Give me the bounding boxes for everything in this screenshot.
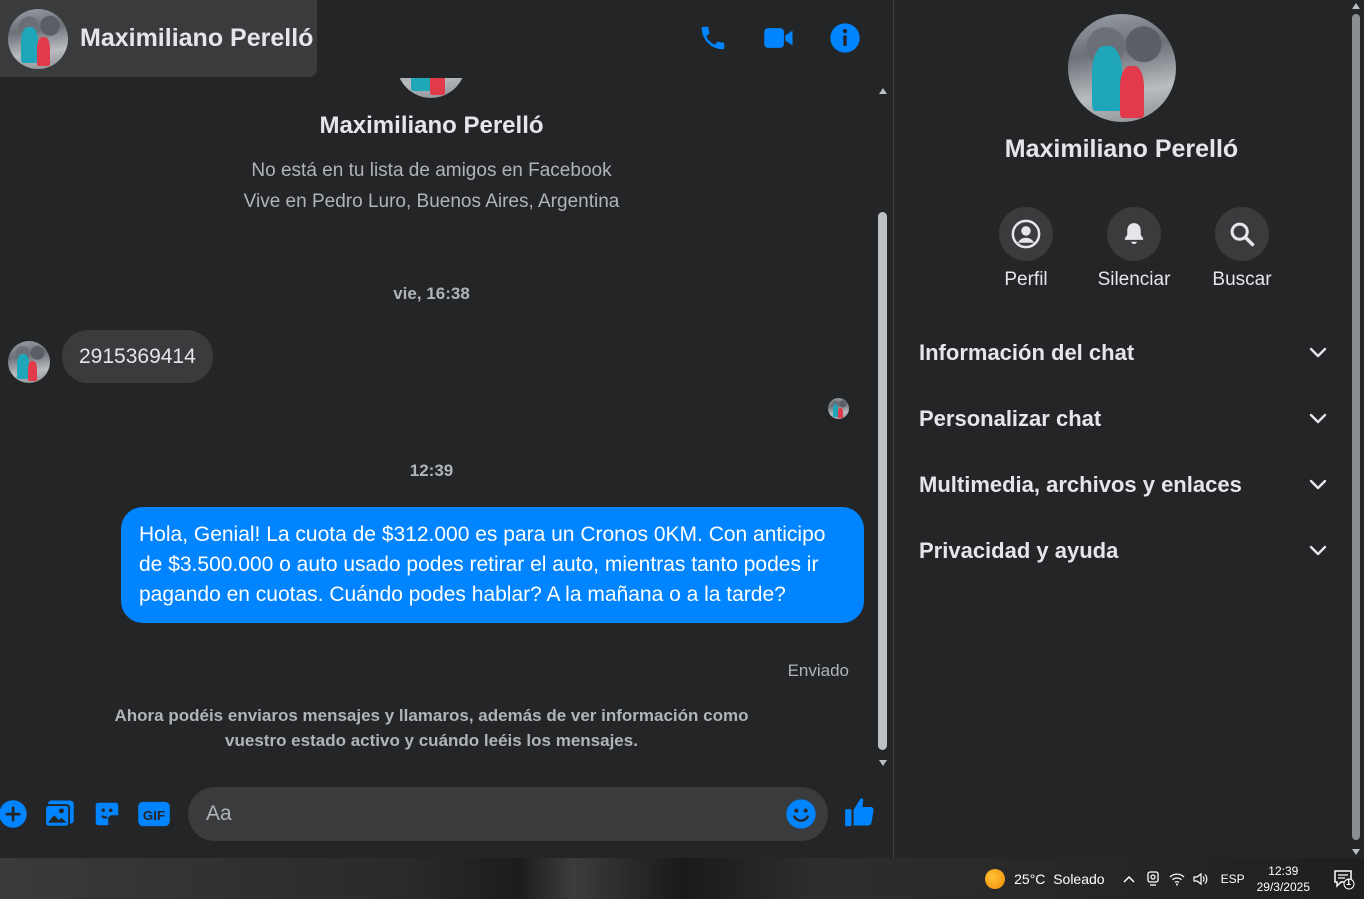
svg-text:GIF: GIF: [143, 808, 165, 823]
mute-action-label[interactable]: Silenciar: [1098, 269, 1171, 291]
profile-action-button[interactable]: Perfil: [972, 207, 1080, 291]
profile-icon: [1011, 219, 1041, 249]
notification-icon: [1334, 869, 1355, 889]
show-hidden-icons-button[interactable]: [1117, 867, 1141, 891]
sender-avatar[interactable]: [8, 341, 50, 383]
connection-notice: Ahora podéis enviaros mensajes y llamaro…: [114, 706, 749, 750]
composer: GIF: [0, 778, 893, 858]
mute-action-button[interactable]: Silenciar: [1080, 207, 1188, 291]
emoji-button[interactable]: [784, 797, 818, 831]
bell-icon: [1124, 223, 1144, 245]
chevron-down-icon[interactable]: [1307, 408, 1329, 430]
scroll-thumb[interactable]: [878, 212, 887, 750]
panel-contact-name: Maximiliano Perelló: [1004, 135, 1239, 163]
message-scrollbar[interactable]: [876, 88, 890, 766]
read-receipt-avatar: [828, 398, 849, 419]
profile-avatar[interactable]: [396, 78, 466, 98]
like-button[interactable]: [843, 795, 877, 829]
image-icon: [44, 800, 74, 828]
gif-icon: GIF: [138, 801, 170, 827]
contact-name[interactable]: Maximiliano Perelló: [80, 24, 313, 53]
messenger-window: Maximiliano Perelló Maximiliano Perelló …: [0, 0, 1364, 858]
sticker-icon: [95, 802, 119, 826]
incoming-message-bubble[interactable]: 2915369414: [62, 330, 213, 383]
panel-sections: Información del chat Personalizar chat M…: [919, 320, 1329, 584]
profile-action-label[interactable]: Perfil: [1004, 269, 1047, 291]
scroll-down-arrow[interactable]: [879, 760, 887, 766]
input-language[interactable]: ESP: [1221, 872, 1245, 886]
section-label[interactable]: Información del chat: [919, 340, 1134, 366]
message-list[interactable]: Maximiliano Perelló No está en tu lista …: [0, 78, 870, 778]
gif-button[interactable]: GIF: [137, 797, 171, 831]
chevron-down-icon[interactable]: [1307, 474, 1329, 496]
smiley-icon: [786, 799, 816, 829]
plus-circle-icon: [0, 800, 27, 828]
message-timestamp: 12:39: [409, 461, 454, 480]
sun-icon: [985, 868, 1006, 889]
weather-text[interactable]: 25°C Soleado: [1014, 871, 1104, 887]
sent-status: Enviado: [787, 661, 849, 680]
info-icon: [830, 23, 860, 53]
message-input[interactable]: [206, 787, 776, 841]
speaker-icon: [1192, 872, 1207, 885]
search-action-label[interactable]: Buscar: [1212, 269, 1271, 291]
camera-icon: [1146, 870, 1159, 886]
thumbs-up-icon: [845, 798, 874, 827]
volume-button[interactable]: [1189, 867, 1213, 891]
section-privacy-help[interactable]: Privacidad y ayuda: [919, 518, 1329, 584]
contact-header-button[interactable]: Maximiliano Perelló: [0, 0, 317, 77]
panel-actions: Perfil Silenciar Buscar: [972, 207, 1296, 291]
info-panel: Maximiliano Perelló Perfil Silenciar Bus…: [894, 0, 1349, 858]
panel-avatar[interactable]: [1068, 14, 1176, 122]
profile-action-circle[interactable]: [999, 207, 1053, 261]
chat-column: Maximiliano Perelló Maximiliano Perelló …: [0, 0, 893, 858]
more-actions-button[interactable]: [0, 797, 30, 831]
contact-avatar[interactable]: [8, 8, 68, 69]
friend-status-text: No está en tu lista de amigos en Faceboo…: [251, 160, 612, 181]
outgoing-message-bubble[interactable]: Hola, Genial! La cuota de $312.000 es pa…: [121, 507, 864, 623]
conversation-info-button[interactable]: [827, 20, 863, 56]
message-input-wrapper[interactable]: [188, 787, 828, 841]
system-tray: 25°C Soleado ESP 12:39 29/3/2025 1: [985, 858, 1364, 899]
section-media-files-links[interactable]: Multimedia, archivos y enlaces: [919, 452, 1329, 518]
phone-icon: [701, 26, 725, 50]
window-scroll-up-arrow[interactable]: [1352, 3, 1360, 9]
notification-count: 1: [1346, 877, 1352, 887]
section-label[interactable]: Personalizar chat: [919, 406, 1101, 432]
notification-center-button[interactable]: 1: [1324, 858, 1364, 899]
message-timestamp: vie, 16:38: [393, 284, 470, 303]
meet-now-button[interactable]: [1141, 867, 1165, 891]
search-icon: [1230, 222, 1255, 247]
window-scroll-thumb[interactable]: [1352, 14, 1360, 840]
clock[interactable]: 12:39 29/3/2025: [1257, 863, 1310, 895]
search-action-circle[interactable]: [1215, 207, 1269, 261]
search-action-button[interactable]: Buscar: [1188, 207, 1296, 291]
window-scroll-down-arrow[interactable]: [1352, 849, 1360, 855]
section-chat-info[interactable]: Información del chat: [919, 320, 1329, 386]
clock-date[interactable]: 29/3/2025: [1257, 879, 1310, 895]
chevron-down-icon[interactable]: [1307, 540, 1329, 562]
video-camera-icon: [764, 28, 793, 48]
attach-media-button[interactable]: [42, 797, 76, 831]
chevron-down-icon[interactable]: [1307, 342, 1329, 364]
window-scrollbar[interactable]: [1349, 0, 1364, 858]
scroll-up-arrow[interactable]: [879, 88, 887, 94]
weather-widget[interactable]: 25°C Soleado: [985, 868, 1105, 889]
wifi-icon: [1169, 872, 1185, 885]
voice-call-button[interactable]: [695, 20, 731, 56]
taskbar: 25°C Soleado ESP 12:39 29/3/2025 1: [0, 858, 1364, 899]
location-text: Vive en Pedro Luro, Buenos Aires, Argent…: [243, 191, 620, 212]
section-label[interactable]: Privacidad y ayuda: [919, 538, 1118, 564]
chevron-up-icon: [1123, 875, 1135, 883]
clock-time[interactable]: 12:39: [1268, 863, 1298, 879]
network-button[interactable]: [1165, 867, 1189, 891]
header-actions: [695, 20, 863, 56]
chat-header: Maximiliano Perelló: [0, 0, 893, 78]
section-customize-chat[interactable]: Personalizar chat: [919, 386, 1329, 452]
mute-action-circle[interactable]: [1107, 207, 1161, 261]
section-label[interactable]: Multimedia, archivos y enlaces: [919, 472, 1242, 498]
video-call-button[interactable]: [761, 20, 797, 56]
sticker-button[interactable]: [90, 797, 124, 831]
profile-name: Maximiliano Perelló: [319, 112, 544, 139]
